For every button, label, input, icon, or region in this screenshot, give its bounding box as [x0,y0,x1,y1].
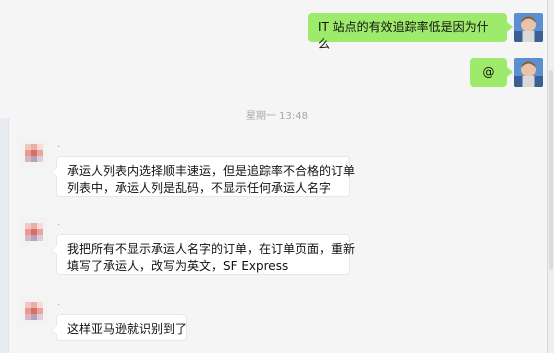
contact-avatar[interactable] [18,296,48,326]
timestamp: 星期一 13:48 [246,111,308,122]
message-text: @ [482,65,495,79]
scrollbar-thumb[interactable] [549,70,553,270]
chat-window: IT 站点的有效追踪率低是因为什么 @ 星期一 13:48 . 承运人列表内选择… [0,0,554,353]
sender-name: . [57,217,61,228]
left-panel-edge [0,118,9,353]
incoming-message-bubble[interactable]: 承运人列表内选择顺丰速运，但是追踪率不合格的订单 列表中，承运人列是乱码，不显示… [51,156,356,197]
message-line: 这样亚马逊就识别到了 [67,322,188,336]
sender-name: . [57,297,61,308]
incoming-message-bubble[interactable]: 这样亚马逊就识别到了 [51,314,188,341]
outgoing-message-bubble[interactable]: @ [470,58,513,87]
message-line: 列表中，承运人列是乱码，不显示任何承运人名字 [67,181,332,195]
message-text: IT 站点的有效追踪率低是因为什么 [318,20,489,51]
self-avatar[interactable] [514,13,543,42]
contact-avatar[interactable] [18,138,48,168]
incoming-message-bubble[interactable]: 我把所有不显示承运人名字的订单，在订单页面，重新 填写了承运人，改写为英文，SF… [51,234,356,275]
outgoing-message-bubble[interactable]: IT 站点的有效追踪率低是因为什么 [308,13,513,51]
scrollbar[interactable] [547,0,554,353]
message-line: 承运人列表内选择顺丰速运，但是追踪率不合格的订单 [67,164,356,178]
contact-avatar[interactable] [18,217,48,247]
message-line: 填写了承运人，改写为英文，SF Express [67,259,289,273]
sender-name: . [57,139,61,150]
message-line: 我把所有不显示承运人名字的订单，在订单页面，重新 [67,242,356,256]
self-avatar[interactable] [514,58,543,87]
